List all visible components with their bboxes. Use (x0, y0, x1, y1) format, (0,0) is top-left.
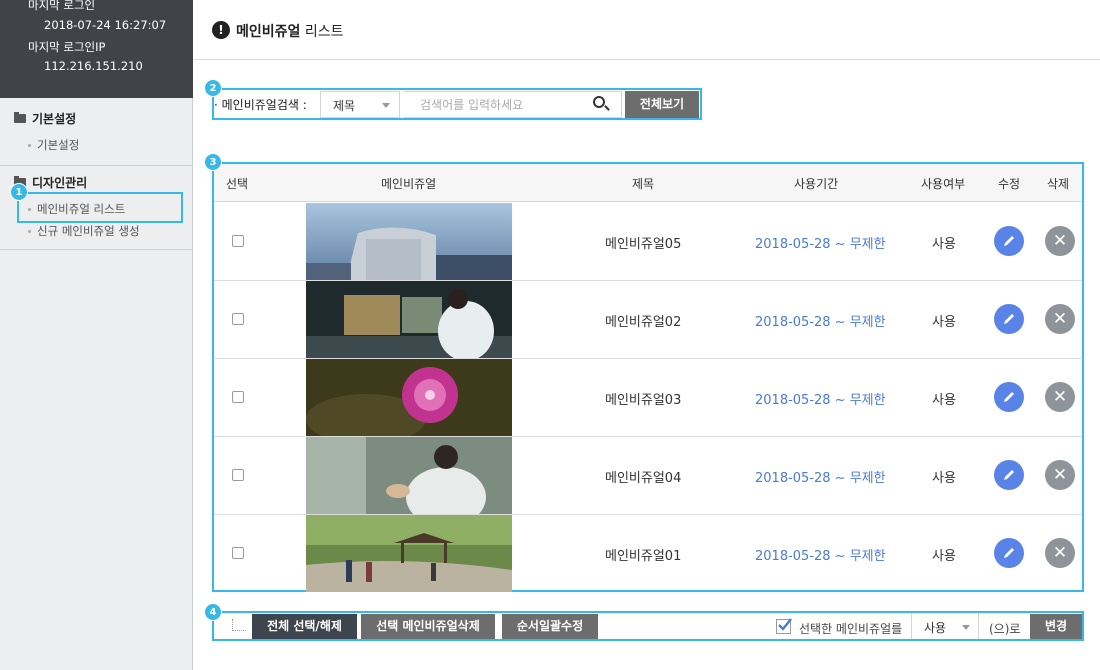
search-icon[interactable] (593, 96, 605, 108)
delete-selected-button[interactable]: 선택 메인비쥬얼삭제 (361, 614, 495, 639)
table-row: 메인비쥬얼03 2018-05-28 ~ 무제한 사용 ✕ (214, 359, 1082, 437)
sidebar-heading-basic[interactable]: 기본설정 (14, 110, 76, 127)
pencil-icon (1004, 314, 1014, 324)
row-status: 사용 (932, 315, 956, 330)
table-row: 메인비쥬얼04 2018-05-28 ~ 무제한 사용 ✕ (214, 437, 1082, 515)
view-all-button[interactable]: 전체보기 (625, 91, 699, 118)
visual-thumbnail[interactable] (306, 203, 512, 280)
edit-button[interactable] (994, 382, 1024, 412)
folder-icon (14, 112, 26, 123)
sidebar: 마지막 로그인 2018-07-24 16:27:07 마지막 로그인IP 11… (0, 0, 193, 670)
edit-button[interactable] (994, 538, 1024, 568)
select-all-button[interactable]: 전체 선택/해제 (252, 614, 357, 639)
row-checkbox[interactable] (232, 313, 244, 325)
change-button[interactable]: 변경 (1030, 614, 1082, 639)
col-visual: 메인비쥬얼 (381, 177, 437, 191)
col-period: 사용기간 (794, 177, 839, 191)
delete-button[interactable]: ✕ (1045, 538, 1075, 568)
visual-thumbnail[interactable] (306, 515, 512, 592)
search-input[interactable] (404, 91, 622, 118)
row-title: 메인비쥬얼05 (605, 237, 682, 252)
search-field-select[interactable]: 제목 (320, 91, 400, 118)
col-title: 제목 (632, 177, 655, 191)
visual-thumbnail[interactable] (306, 437, 512, 514)
sidebar-item-new-visual[interactable]: 신규 메인비쥬얼 생성 (28, 223, 140, 239)
col-status: 사용여부 (921, 177, 966, 191)
login-info-panel: 마지막 로그인 2018-07-24 16:27:07 마지막 로그인IP 11… (0, 0, 193, 98)
delete-button[interactable]: ✕ (1045, 382, 1075, 412)
row-period: 2018-05-28 ~ 무제한 (755, 393, 886, 408)
last-ip-value: 112.216.151.210 (44, 59, 143, 73)
annotation-badge-2: 2 (204, 79, 222, 97)
row-checkbox[interactable] (232, 469, 244, 481)
table-row: 메인비쥬얼02 2018-05-28 ~ 무제한 사용 ✕ (214, 281, 1082, 359)
last-login-label: 마지막 로그인 (28, 0, 96, 12)
annotation-box-1 (17, 192, 183, 223)
last-ip-label: 마지막 로그인IP (28, 40, 106, 54)
col-edit: 수정 (998, 177, 1021, 191)
row-status: 사용 (932, 393, 956, 408)
pencil-icon (1004, 392, 1014, 402)
visual-thumbnail[interactable] (306, 359, 512, 436)
row-title: 메인비쥬얼02 (605, 315, 682, 330)
row-title: 메인비쥬얼03 (605, 393, 682, 408)
annotation-badge-4: 4 (204, 603, 222, 621)
row-status: 사용 (932, 471, 956, 486)
page-header: ! 메인비쥬얼 리스트 (194, 0, 1100, 60)
chevron-down-icon (382, 103, 390, 108)
delete-button[interactable]: ✕ (1045, 304, 1075, 334)
row-status: 사용 (932, 237, 956, 252)
row-checkbox[interactable] (232, 235, 244, 247)
col-select: 선택 (226, 177, 249, 191)
table-row: 메인비쥬얼01 2018-05-28 ~ 무제한 사용 ✕ (214, 515, 1082, 593)
row-period: 2018-05-28 ~ 무제한 (755, 549, 886, 564)
edit-button[interactable] (994, 226, 1024, 256)
table-row: 메인비쥬얼05 2018-05-28 ~ 무제한 사용 ✕ (214, 203, 1082, 281)
edit-button[interactable] (994, 460, 1024, 490)
table-header: 선택 메인비쥬얼 제목 사용기간 사용여부 수정 삭제 (214, 164, 1082, 202)
apply-checkbox[interactable] (776, 618, 792, 634)
apply-label: 선택한 메인비쥬얼를 (799, 622, 903, 636)
row-period: 2018-05-28 ~ 무제한 (755, 237, 886, 252)
visual-thumbnail[interactable] (306, 281, 512, 358)
row-title: 메인비쥬얼04 (605, 471, 682, 486)
pencil-icon (1004, 236, 1014, 246)
delete-button[interactable]: ✕ (1045, 226, 1075, 256)
row-checkbox[interactable] (232, 391, 244, 403)
row-period: 2018-05-28 ~ 무제한 (755, 471, 886, 486)
edit-button[interactable] (994, 304, 1024, 334)
visual-table: 선택 메인비쥬얼 제목 사용기간 사용여부 수정 삭제 메인비쥬얼05 2018… (212, 162, 1084, 592)
sidebar-item-basic-settings[interactable]: 기본설정 (28, 137, 79, 153)
row-title: 메인비쥬얼01 (605, 549, 682, 564)
search-label: · 메인비쥬얼검색 : (214, 98, 307, 112)
page-title: 메인비쥬얼 리스트 (236, 24, 344, 40)
chevron-down-icon (962, 625, 970, 630)
status-select[interactable]: 사용 (911, 613, 979, 639)
col-delete: 삭제 (1047, 177, 1070, 191)
reorder-button[interactable]: 순서일괄수정 (502, 614, 598, 639)
pencil-icon (1004, 548, 1014, 558)
annotation-badge-3: 3 (204, 153, 222, 171)
delete-button[interactable]: ✕ (1045, 460, 1075, 490)
alert-icon: ! (212, 21, 230, 39)
row-status: 사용 (932, 549, 956, 564)
checkmark-icon (778, 618, 792, 631)
annotation-badge-1: 1 (10, 183, 28, 201)
sidebar-section-basic: 기본설정 기본설정 (0, 98, 193, 166)
suffix-label: (으)로 (989, 622, 1021, 636)
last-login-value: 2018-07-24 16:27:07 (44, 18, 167, 32)
pencil-icon (1004, 470, 1014, 480)
row-checkbox[interactable] (232, 547, 244, 559)
row-period: 2018-05-28 ~ 무제한 (755, 315, 886, 330)
bulk-action-bar: 전체 선택/해제 선택 메인비쥬얼삭제 순서일괄수정 선택한 메인비쥬얼를 사용… (212, 611, 1084, 641)
